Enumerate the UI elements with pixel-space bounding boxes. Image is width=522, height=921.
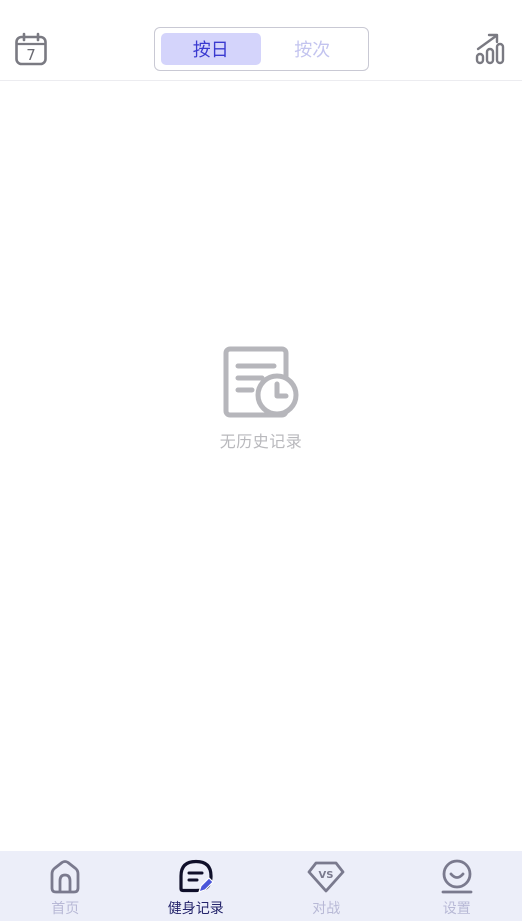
settings-smile-icon	[441, 859, 473, 894]
tab-home[interactable]: 首页	[0, 851, 131, 921]
home-icon	[50, 860, 80, 894]
empty-state-text: 无历史记录	[219, 432, 303, 451]
vs-icon: VS	[307, 861, 345, 893]
segment-by-day[interactable]: 按日	[161, 33, 261, 65]
segment-by-session[interactable]: 按次	[263, 33, 363, 65]
header-bar: 7 按日 按次	[0, 0, 522, 81]
statistics-button[interactable]	[472, 30, 510, 68]
tab-settings-label: 设置	[442, 901, 471, 917]
fitness-record-icon	[179, 859, 214, 893]
tab-battle-label: 对战	[312, 901, 341, 917]
history-record-icon	[223, 346, 299, 418]
tab-home-label: 首页	[51, 901, 80, 917]
bottom-tab-bar: 首页 健身记录 VS 对战 设置	[0, 851, 522, 921]
calendar-button[interactable]: 7	[12, 30, 50, 68]
view-mode-segmented-control: 按日 按次	[154, 27, 369, 71]
tab-fitness-record[interactable]: 健身记录	[131, 851, 262, 921]
tab-settings[interactable]: 设置	[392, 851, 522, 921]
app-root: 7 按日 按次 无历史记录 首页 健身记录 VS 对战 设置	[0, 0, 522, 921]
empty-state: 无历史记录	[0, 346, 522, 452]
tab-battle[interactable]: VS 对战	[261, 851, 392, 921]
bar-chart-trend-icon	[475, 33, 505, 65]
svg-text:VS: VS	[319, 870, 334, 881]
tab-fitness-record-label: 健身记录	[167, 901, 224, 917]
calendar-day-number: 7	[26, 46, 36, 64]
calendar-icon: 7	[15, 32, 47, 66]
